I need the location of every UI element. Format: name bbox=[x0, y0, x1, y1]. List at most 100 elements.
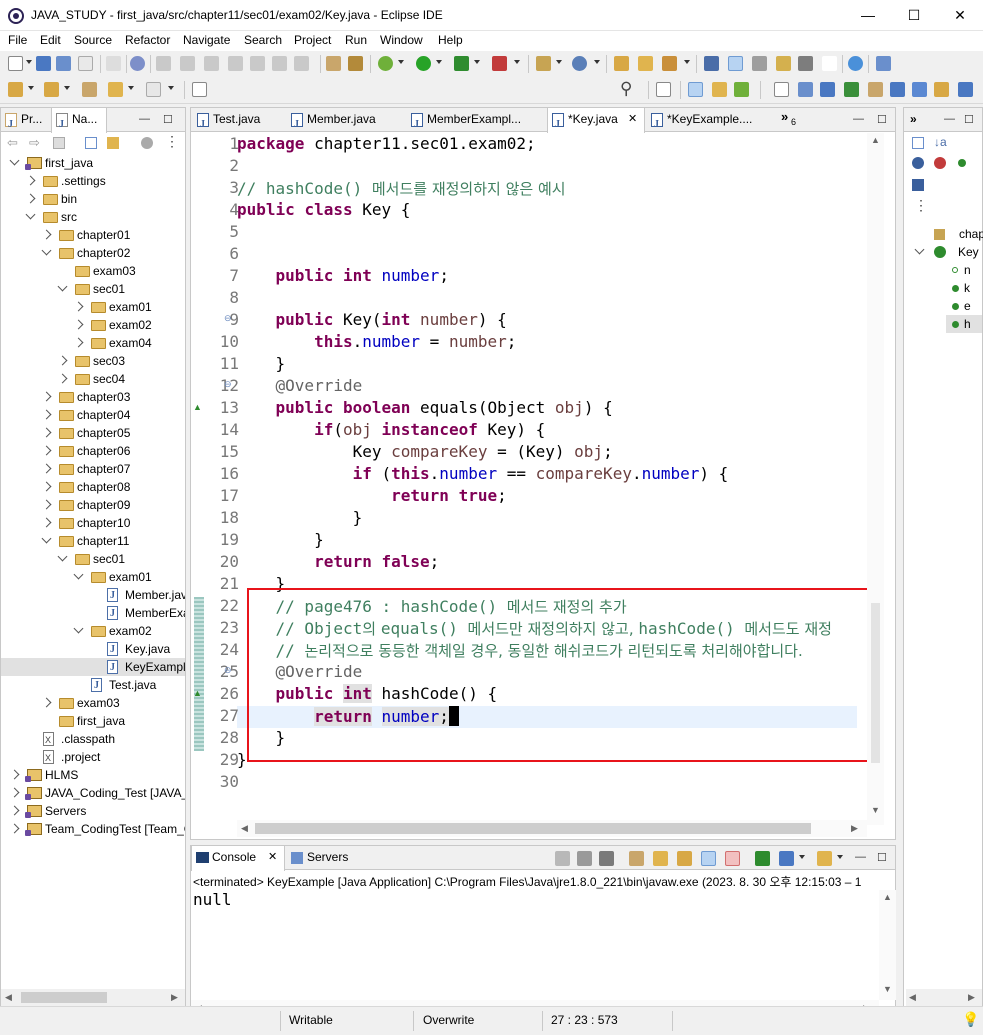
tree-item[interactable]: chapter04 bbox=[1, 406, 185, 424]
status-cursor-position[interactable]: 27 : 23 : 573 bbox=[551, 1013, 618, 1027]
search-icon[interactable]: ⚲ bbox=[620, 79, 632, 99]
tree-item[interactable]: chapter08 bbox=[1, 478, 185, 496]
chevron-down-icon[interactable] bbox=[9, 155, 20, 166]
tree-item[interactable]: exam02 bbox=[1, 316, 185, 334]
tab-test-java[interactable]: Test.java bbox=[193, 108, 283, 132]
minimize-button[interactable]: — bbox=[845, 0, 891, 31]
console-vscrollbar[interactable]: ▲ ▼ bbox=[879, 890, 896, 1000]
tree-item[interactable]: chapter06 bbox=[1, 442, 185, 460]
chevron-down-icon[interactable] bbox=[57, 551, 68, 562]
collapse-all-icon[interactable] bbox=[85, 137, 97, 149]
up-icon[interactable] bbox=[53, 137, 65, 149]
skip-breakpoints-icon[interactable] bbox=[130, 56, 145, 71]
tree-item[interactable]: Servers bbox=[1, 802, 185, 820]
view-overflow-icon[interactable]: » bbox=[910, 112, 917, 126]
search-tool-icon[interactable] bbox=[662, 56, 677, 71]
tree-item[interactable]: chapter05 bbox=[1, 424, 185, 442]
chevron-down-icon[interactable] bbox=[73, 623, 84, 634]
pin-console-icon[interactable] bbox=[755, 851, 770, 866]
save-all-icon[interactable] bbox=[56, 56, 71, 71]
debug-perspective-icon[interactable] bbox=[734, 82, 749, 97]
toggle-mark-occurrences-icon[interactable] bbox=[728, 56, 743, 71]
open-task-icon[interactable] bbox=[326, 56, 341, 71]
tab-overflow-icon[interactable]: » bbox=[781, 109, 788, 124]
chevron-right-icon[interactable] bbox=[9, 769, 20, 780]
tree-item[interactable]: Member.java bbox=[1, 586, 185, 605]
tree-item[interactable]: exam03 bbox=[1, 262, 185, 280]
annotation-icon[interactable] bbox=[704, 56, 719, 71]
tree-item[interactable]: first_java bbox=[1, 712, 185, 730]
menu-refactor[interactable]: Refactor bbox=[125, 33, 170, 47]
chevron-right-icon[interactable] bbox=[73, 301, 84, 312]
tree-item[interactable]: exam01 bbox=[1, 568, 185, 586]
tree-item[interactable]: KeyExample.java bbox=[1, 658, 185, 677]
chevron-right-icon[interactable] bbox=[41, 409, 52, 420]
forward-arrow-icon[interactable]: ⇨ bbox=[29, 135, 40, 151]
word-wrap-icon[interactable] bbox=[798, 56, 813, 71]
tree-item[interactable]: sec01 bbox=[1, 280, 185, 298]
chevron-right-icon[interactable] bbox=[73, 319, 84, 330]
minimize-console-icon[interactable]: — bbox=[855, 851, 866, 863]
chevron-right-icon[interactable] bbox=[9, 787, 20, 798]
explorer-hscrollbar[interactable]: ◀ ▶ bbox=[1, 989, 185, 1006]
minimize-outline-icon[interactable]: — bbox=[944, 113, 955, 125]
tab-servers[interactable]: Servers bbox=[287, 846, 357, 870]
collapse-all-icon[interactable] bbox=[912, 137, 924, 149]
chevron-right-icon[interactable] bbox=[41, 481, 52, 492]
show-whitespace-icon[interactable] bbox=[822, 56, 837, 71]
menu-file[interactable]: File bbox=[8, 33, 27, 47]
java-perspective-icon[interactable] bbox=[688, 82, 703, 97]
display-selected-console-icon[interactable] bbox=[779, 851, 794, 866]
remove-launch-icon[interactable] bbox=[577, 851, 592, 866]
tree-item[interactable]: chapter03 bbox=[1, 388, 185, 406]
tab-member-java[interactable]: Member.java bbox=[287, 108, 401, 132]
editor-vscroll-thumb[interactable] bbox=[871, 603, 880, 763]
tree-item[interactable]: first_java bbox=[1, 154, 185, 172]
tab-console[interactable]: Console ✕ bbox=[191, 846, 285, 871]
previous-annotation-icon[interactable] bbox=[44, 82, 59, 97]
word-wrap-console-icon[interactable] bbox=[677, 851, 692, 866]
more-options-icon[interactable]: ⋮ bbox=[914, 197, 928, 214]
chevron-right-icon[interactable] bbox=[41, 517, 52, 528]
hide-local-types-icon[interactable] bbox=[912, 179, 924, 191]
chevron-right-icon[interactable] bbox=[57, 373, 68, 384]
last-edit-location-icon[interactable] bbox=[82, 82, 97, 97]
maximize-editor-view-icon[interactable]: ☐ bbox=[877, 113, 887, 126]
tab-project-explorer[interactable]: Pr... bbox=[1, 108, 51, 132]
terminal-icon[interactable] bbox=[106, 56, 121, 71]
chevron-right-icon[interactable] bbox=[41, 499, 52, 510]
tree-item[interactable]: sec01 bbox=[1, 550, 185, 568]
menu-window[interactable]: Window bbox=[380, 33, 423, 47]
open-type-icon[interactable] bbox=[614, 56, 629, 71]
git-icon[interactable] bbox=[934, 82, 949, 97]
remove-all-launches-icon[interactable] bbox=[599, 851, 614, 866]
menu-source[interactable]: Source bbox=[74, 33, 112, 47]
show-on-stderr-icon[interactable] bbox=[725, 851, 740, 866]
sort-icon[interactable]: ↓a bbox=[934, 135, 947, 149]
menu-navigate[interactable]: Navigate bbox=[183, 33, 230, 47]
chevron-right-icon[interactable] bbox=[41, 445, 52, 456]
coverage-icon[interactable] bbox=[454, 56, 469, 71]
tab-memberexample-java[interactable]: MemberExampl... bbox=[407, 108, 541, 132]
chevron-down-icon[interactable] bbox=[73, 569, 84, 580]
tab-key-java[interactable]: *Key.java ✕ bbox=[547, 108, 645, 133]
tree-item[interactable]: exam04 bbox=[1, 334, 185, 352]
task-list-icon[interactable] bbox=[890, 82, 905, 97]
servers-view-icon[interactable] bbox=[958, 82, 973, 97]
editor-vscrollbar[interactable]: ▲ ▼ bbox=[867, 133, 884, 825]
tree-item[interactable]: exam03 bbox=[1, 694, 185, 712]
outline-item-method-hashcode[interactable]: h bbox=[946, 315, 982, 333]
outline-hscrollbar[interactable]: ◀ ▶ bbox=[906, 989, 982, 1006]
chevron-right-icon[interactable] bbox=[57, 355, 68, 366]
tree-item[interactable]: Test.java bbox=[1, 676, 185, 695]
tree-item[interactable]: Team_CodingTest [Team_CodingTest] bbox=[1, 820, 185, 838]
back-arrow-icon[interactable]: ⇦ bbox=[7, 135, 18, 151]
chevron-right-icon[interactable] bbox=[41, 229, 52, 240]
minimize-view-icon[interactable]: — bbox=[139, 113, 150, 125]
breadcrumb-icon[interactable] bbox=[752, 56, 767, 71]
pin-editor-icon[interactable] bbox=[876, 56, 891, 71]
tree-item[interactable]: bin bbox=[1, 190, 185, 208]
tree-item[interactable]: chapter10 bbox=[1, 514, 185, 532]
tree-item[interactable]: JAVA_Coding_Test [JAVA_Coding_Test] bbox=[1, 784, 185, 802]
scroll-lock-icon[interactable] bbox=[653, 851, 668, 866]
